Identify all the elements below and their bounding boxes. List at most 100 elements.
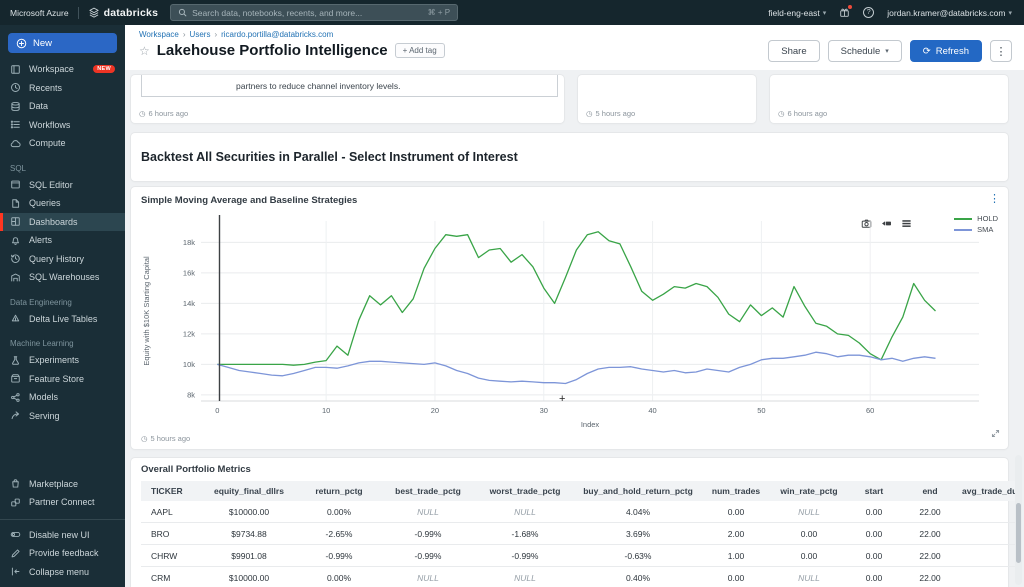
topbar-divider: [77, 6, 79, 19]
sidebar-item-serving[interactable]: Serving: [0, 407, 125, 426]
chevron-down-icon: ▾: [1008, 9, 1012, 17]
metric-cell: -2.65%: [297, 522, 381, 545]
series-hold: [217, 231, 936, 366]
y-tick-label: 18k: [183, 238, 195, 247]
refresh-button[interactable]: ⟳ Refresh: [909, 40, 982, 62]
chart-title: Simple Moving Average and Baseline Strat…: [141, 195, 358, 206]
metric-cell: 0.00: [771, 544, 847, 567]
azure-label: Microsoft Azure: [10, 7, 69, 18]
sidebar-item-collapse-menu[interactable]: Collapse menu: [0, 563, 125, 582]
breadcrumb-workspace[interactable]: Workspace: [139, 30, 179, 39]
dashboards-icon: [10, 216, 22, 227]
metric-cell: 4.04%: [625, 506, 651, 517]
column-header-best-trade-pctg[interactable]: best_trade_pctg: [381, 481, 475, 501]
column-header-ticker[interactable]: TICKER: [141, 481, 201, 501]
sidebar-item-query-history[interactable]: Query History: [0, 250, 125, 269]
sidebar-item-sql-warehouses[interactable]: SQL Warehouses: [0, 268, 125, 287]
scrollbar-thumb[interactable]: [1016, 503, 1021, 563]
column-header-avg-trade-du[interactable]: avg_trade_du: [959, 481, 1017, 501]
new-badge: NEW: [93, 65, 115, 74]
table-row[interactable]: CHRW $9901.08 -0.99% -0.99% -0.99% -0.63% 1.00…: [141, 544, 1017, 567]
global-search-input[interactable]: Search data, notebooks, recents, and mor…: [170, 4, 459, 21]
flask-icon: [10, 355, 22, 366]
y-axis-label: Equity with $10K Starting Capital: [142, 256, 151, 366]
table-row[interactable]: AAPL $10000.00 0.00% NULL NULL 4.04% 0.00 NULL 0…: [141, 501, 1017, 523]
schedule-button[interactable]: Schedule ▾: [827, 40, 902, 62]
chart-kebab-menu[interactable]: ⋮: [989, 192, 1000, 205]
metric-cell: 0.00: [847, 544, 901, 567]
breadcrumb-users[interactable]: Users: [190, 30, 211, 39]
sidebar-item-provide-feedback[interactable]: Provide feedback: [0, 544, 125, 563]
favorite-star-icon[interactable]: ☆: [139, 44, 150, 58]
sidebar-item-alerts[interactable]: Alerts: [0, 231, 125, 250]
metric-cell: [959, 501, 1017, 523]
new-button[interactable]: New: [8, 33, 117, 53]
column-header-worst-trade-pctg[interactable]: worst_trade_pctg: [475, 481, 575, 501]
metric-cell: -0.99%: [297, 544, 381, 567]
whats-new-button[interactable]: [839, 5, 853, 18]
column-header-num-trades[interactable]: num_trades: [701, 481, 771, 501]
user-menu[interactable]: jordan.kramer@databricks.com ▾: [887, 8, 1012, 18]
warehouse-icon: [10, 272, 22, 283]
sidebar-item-data[interactable]: Data: [0, 97, 125, 116]
clock-icon: ◷: [141, 434, 148, 443]
databricks-logo[interactable]: databricks: [88, 7, 159, 19]
help-button[interactable]: ?: [863, 7, 875, 18]
sidebar-item-experiments[interactable]: Experiments: [0, 351, 125, 370]
sidebar-item-delta-live-tables[interactable]: Delta Live Tables: [0, 310, 125, 329]
chart-timestamp: ◷ 5 hours ago: [141, 434, 191, 443]
sidebar-item-marketplace[interactable]: Marketplace: [0, 475, 125, 494]
sidebar-item-sql-editor[interactable]: SQL Editor: [0, 176, 125, 195]
y-tick-label: 12k: [183, 329, 195, 338]
brand-name: databricks: [103, 6, 159, 19]
sidebar-item-models[interactable]: Models: [0, 388, 125, 407]
compute-icon: [10, 138, 22, 149]
add-tag-button[interactable]: + Add tag: [394, 43, 445, 58]
x-tick-label: 60: [866, 406, 874, 415]
metric-cell: 22.00: [901, 566, 959, 587]
y-tick-label: 14k: [183, 299, 195, 308]
table-row[interactable]: BRO $9734.88 -2.65% -0.99% -1.68% 3.69% 2.00 0.…: [141, 522, 1017, 545]
clock-icon: ◷: [586, 109, 593, 118]
sidebar-item-workflows[interactable]: Workflows: [0, 116, 125, 135]
column-header-win-rate-pctg[interactable]: win_rate_pctg: [771, 481, 847, 501]
sidebar-item-compute[interactable]: Compute: [0, 134, 125, 153]
line-chart[interactable]: 8k 10k 12k 14k 16k 18k 0 10 20 30 40 50 60 + Index Equi…: [137, 213, 1009, 429]
share-button[interactable]: Share: [768, 40, 820, 62]
search-icon: [179, 8, 187, 17]
column-header-return-pctg[interactable]: return_pctg: [297, 481, 381, 501]
metric-cell: -0.63%: [575, 544, 701, 567]
plus-circle-icon: [16, 38, 27, 48]
vertical-scrollbar[interactable]: [1015, 455, 1022, 585]
metrics-table[interactable]: TICKER equity_final_dllrs return_pctg best_…: [141, 481, 1017, 587]
sidebar-item-recents[interactable]: Recents: [0, 79, 125, 98]
widget-card-3: ◷ 6 hours ago: [770, 75, 1008, 123]
table-row[interactable]: CRM $10000.00 0.00% NULL NULL 0.40% 0.00 NULL 0.…: [141, 566, 1017, 587]
column-header-buy-and-hold-return-pctg[interactable]: buy_and_hold_return_pctg: [575, 481, 701, 501]
column-header-equity-final-dllrs[interactable]: equity_final_dllrs: [201, 481, 297, 501]
ticker-cell: CRM: [141, 566, 201, 587]
metric-cell: [959, 544, 1017, 567]
metric-cell: 2.00: [701, 522, 771, 545]
sidebar-item-workspace[interactable]: Workspace NEW: [0, 60, 125, 79]
column-header-start[interactable]: start: [847, 481, 901, 501]
metric-cell: $10000.00: [201, 566, 297, 587]
column-header-end[interactable]: end: [901, 481, 959, 501]
toggle-icon: [10, 529, 22, 540]
sidebar-item-dashboards[interactable]: Dashboards: [0, 212, 125, 231]
sidebar-item-partner-connect[interactable]: Partner Connect: [0, 493, 125, 512]
breadcrumb-user-folder[interactable]: ricardo.portilla@databricks.com: [221, 30, 333, 39]
workspace-switcher[interactable]: field-eng-east ▾: [768, 8, 826, 18]
sidebar-item-disable-new-ui[interactable]: Disable new UI: [0, 526, 125, 545]
header-kebab-menu[interactable]: ⋮: [990, 40, 1012, 62]
widget-card-text: partners to reduce channel inventory lev…: [131, 75, 564, 123]
sidebar-item-queries[interactable]: Queries: [0, 194, 125, 213]
sidebar-item-feature-store[interactable]: Feature Store: [0, 370, 125, 389]
metric-cell: 1.00: [701, 544, 771, 567]
expand-icon[interactable]: [991, 425, 1000, 443]
metric-cell: 3.69%: [575, 522, 701, 545]
metric-cell: NULL: [798, 506, 820, 517]
metric-cell: 22.00: [901, 544, 959, 567]
metric-cell: 0.00%: [297, 566, 381, 587]
x-axis-label: Index: [581, 420, 600, 429]
